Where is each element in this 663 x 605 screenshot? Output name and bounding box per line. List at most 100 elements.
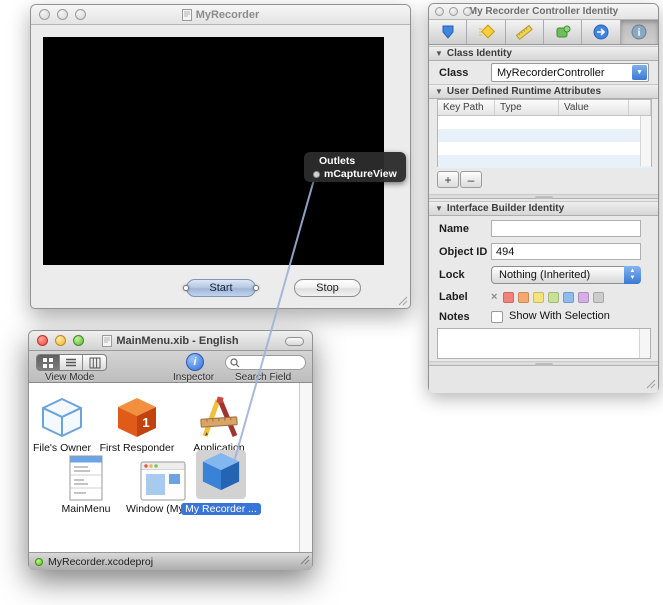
tab-size[interactable] [506,20,544,44]
minimize-button[interactable] [57,9,68,20]
name-field[interactable] [491,220,641,237]
notes-textarea[interactable] [437,328,651,359]
disclosure-triangle[interactable]: ▼ [435,87,443,96]
class-combobox[interactable]: MyRecorderController ▼ [491,63,649,82]
zoom-button[interactable] [73,335,84,346]
minimize-button[interactable] [55,335,66,346]
status-text: MyRecorder.xcodeproj [48,555,154,568]
combo-dropdown-icon[interactable]: ▼ [632,65,647,80]
view-mode-columns-segment[interactable] [83,355,106,370]
inspector-window: My Recorder Controller Identity i ▼ Clas… [428,3,659,393]
column-value[interactable]: Value [559,100,629,115]
list-item-first-responder[interactable]: 1 First Responder [95,394,179,454]
label-color-swatch[interactable] [578,291,590,303]
table-row[interactable] [438,155,651,168]
list-item-mainmenu[interactable]: MainMenu [44,455,128,515]
tab-connections[interactable] [582,20,621,44]
inspector-bottom-pane [429,366,658,393]
lock-popup[interactable]: Nothing (Inherited) ▲ ▼ [491,266,641,284]
list-item-files-owner[interactable]: File's Owner [20,394,104,454]
svg-text:i: i [638,28,641,39]
label-swatches [503,291,605,303]
column-key-path[interactable]: Key Path [438,100,495,115]
first-responder-cube-icon: 1 [118,398,156,437]
tab-identity[interactable]: i [620,20,658,44]
table-header: Key Path Type Value [438,100,651,116]
popup-stepper-icon[interactable]: ▲ ▼ [624,266,641,284]
label-color-swatch[interactable] [593,291,605,303]
list-item-application[interactable]: Application [177,394,261,454]
label-color-swatch[interactable] [548,291,560,303]
vertical-scrollbar[interactable] [299,383,312,552]
disclosure-triangle[interactable]: ▼ [435,49,443,58]
resize-grip[interactable] [396,294,408,306]
column-view-icon [89,357,100,368]
lock-label: Lock [439,269,465,281]
grid-view-icon [43,357,53,368]
table-scrollbar[interactable] [640,116,651,166]
table-row[interactable] [438,116,651,129]
notes-scrollbar[interactable] [639,329,650,358]
class-identity-header[interactable]: ▼ Class Identity [429,46,658,61]
toolbar-toggle-button[interactable] [285,337,304,346]
search-input[interactable] [242,357,300,368]
label-color-row: × [491,291,605,303]
list-item-my-recorder[interactable]: My Recorder ... [179,450,263,517]
inspector-button[interactable]: i [186,353,204,371]
label-color-swatch[interactable] [533,291,545,303]
remove-attribute-button[interactable]: – [460,171,482,188]
selection-handle-right[interactable] [253,285,259,291]
mainmenu-icon [69,455,103,501]
connection-dot-icon[interactable] [313,171,320,178]
inspector-toolbar: i [429,20,658,45]
inspector-titlebar[interactable]: My Recorder Controller Identity [429,4,658,20]
resize-grip[interactable] [644,377,656,389]
splitter-handle[interactable] [429,194,658,199]
myrecorder-titlebar[interactable]: MyRecorder [31,5,410,25]
xib-toolbar: View Mode i Inspector Search Field [29,351,312,383]
selection-handle-left[interactable] [183,285,189,291]
lock-value: Nothing (Inherited) [499,269,591,281]
attributes-icon [442,25,454,39]
close-button[interactable] [37,335,48,346]
close-button[interactable] [435,7,444,16]
table-row[interactable] [438,142,651,155]
object-id-field[interactable] [491,243,641,260]
start-button[interactable]: Start [183,279,259,297]
column-type[interactable]: Type [495,100,559,115]
bindings-icon [556,25,571,38]
view-mode-segmented-control [36,354,107,371]
label-clear-button[interactable]: × [491,291,497,303]
capture-view[interactable] [43,37,384,265]
runtime-attributes-table[interactable]: Key Path Type Value [437,99,652,168]
label-color-swatch[interactable] [518,291,530,303]
view-mode-icons-segment[interactable] [37,355,60,370]
add-attribute-button[interactable]: + [437,171,459,188]
search-field-label: Search Field [235,372,292,383]
label-color-swatch[interactable] [563,291,575,303]
inspector-title: My Recorder Controller Identity [468,6,619,17]
close-button[interactable] [39,9,50,20]
runtime-attributes-header[interactable]: ▼ User Defined Runtime Attributes [429,84,658,99]
hud-outlet-row[interactable]: mCaptureView [304,167,406,180]
traffic-lights [37,335,84,346]
stop-button[interactable]: Stop [294,279,361,297]
show-with-selection-checkbox[interactable] [491,311,503,323]
show-with-selection-label: Show With Selection [509,310,610,322]
window-title: MyRecorder [195,8,260,21]
disclosure-triangle[interactable]: ▼ [435,204,443,213]
xib-titlebar[interactable]: MainMenu.xib - English [29,331,312,351]
view-mode-list-segment[interactable] [60,355,83,370]
zoom-button[interactable] [75,9,86,20]
tab-attributes[interactable] [429,20,468,44]
minimize-button[interactable] [449,7,458,16]
tab-bindings[interactable] [544,20,583,44]
identity-icon: i [631,24,647,40]
zoom-button[interactable] [463,7,472,16]
label-color-swatch[interactable] [503,291,515,303]
ib-identity-header[interactable]: ▼ Interface Builder Identity [429,201,658,216]
search-field[interactable] [225,355,306,370]
resize-grip[interactable] [298,553,310,565]
tab-effects[interactable] [467,20,506,44]
table-row[interactable] [438,129,651,142]
